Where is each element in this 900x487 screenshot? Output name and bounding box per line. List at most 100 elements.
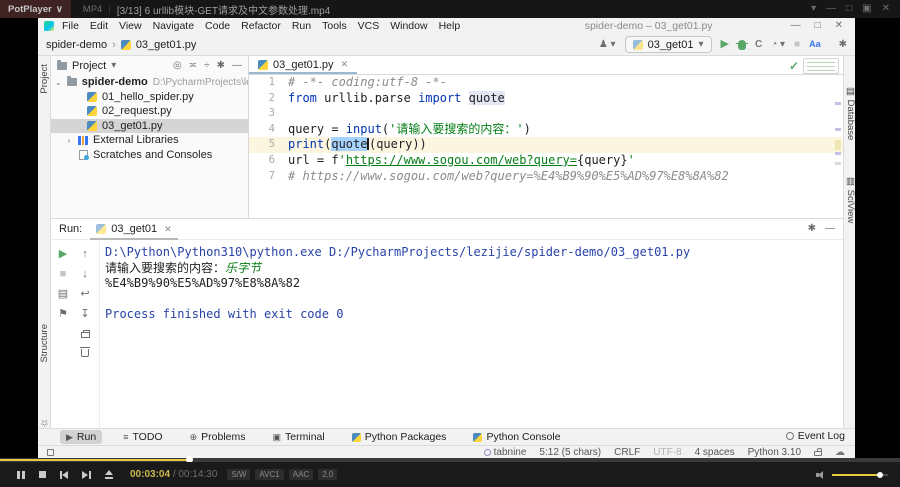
close-icon[interactable]: ✕ bbox=[341, 59, 349, 70]
breadcrumb-root[interactable]: spider-demo bbox=[46, 39, 107, 51]
stop-icon[interactable]: ■ bbox=[794, 40, 800, 50]
pause-button[interactable] bbox=[14, 469, 28, 481]
code-area[interactable]: 1# -*- coding:utf-8 -*-2from urllib.pars… bbox=[249, 75, 843, 218]
time-total: 00:14:30 bbox=[178, 469, 217, 480]
tree-root[interactable]: ⌄spider-demoD:\PycharmProjects\lezijie bbox=[51, 75, 248, 90]
python-interpreter[interactable]: Python 3.10 bbox=[748, 447, 801, 458]
expand-icon[interactable]: ≍ bbox=[189, 61, 197, 71]
maximize-icon[interactable]: □ bbox=[815, 21, 821, 31]
settings-gear-icon[interactable]: ✱ bbox=[839, 40, 847, 50]
line-separator[interactable]: CRLF bbox=[614, 447, 640, 458]
previous-button[interactable] bbox=[58, 469, 72, 481]
minimize-icon[interactable]: — bbox=[826, 4, 836, 14]
hide-panel-icon[interactable]: — bbox=[232, 61, 242, 71]
down-stacktrace-icon[interactable]: ↓ bbox=[82, 269, 88, 280]
tabnine-widget[interactable]: tabnine bbox=[484, 447, 527, 458]
tree-file-03_get01.py[interactable]: 03_get01.py bbox=[51, 119, 248, 134]
settings-gear-icon[interactable]: ✱ bbox=[808, 224, 816, 234]
toolwindow-tab-structure[interactable]: Structure bbox=[39, 324, 50, 363]
speaker-icon[interactable] bbox=[816, 470, 826, 480]
menu-file[interactable]: File bbox=[62, 20, 79, 32]
menu-help[interactable]: Help bbox=[439, 20, 461, 32]
soft-wrap-icon[interactable]: ↩ bbox=[80, 289, 89, 300]
menu-navigate[interactable]: Navigate bbox=[153, 20, 194, 32]
screen-mode-icon[interactable]: ▣ bbox=[862, 4, 871, 14]
run-config-selector[interactable]: 03_get01 ▾ bbox=[625, 36, 712, 53]
collapse-all-icon[interactable]: ÷ bbox=[204, 61, 210, 71]
menu-run[interactable]: Run bbox=[292, 20, 311, 32]
maximize-icon[interactable]: □ bbox=[846, 4, 852, 14]
minimize-icon[interactable]: — bbox=[791, 21, 801, 31]
menu-edit[interactable]: Edit bbox=[90, 20, 108, 32]
debug-bug-icon[interactable] bbox=[738, 40, 746, 50]
toolwindow-switcher-icon[interactable] bbox=[47, 449, 54, 456]
inspections-ok-icon[interactable]: ✓ bbox=[789, 59, 799, 73]
toolwindow-tab-python-packages[interactable]: Python Packages bbox=[346, 430, 453, 444]
tab-label: Run bbox=[77, 431, 96, 443]
toolwindow-tab-python-console[interactable]: Python Console bbox=[467, 430, 566, 444]
tree-file-02_request.py[interactable]: 02_request.py bbox=[51, 104, 248, 119]
run-coverage-icon[interactable]: C bbox=[755, 40, 762, 50]
code-with-me-icon[interactable]: Aa bbox=[809, 40, 821, 49]
chevron-down-icon[interactable]: ▾ bbox=[111, 61, 116, 71]
file-encoding[interactable]: UTF-8 bbox=[653, 447, 681, 458]
user-dropdown-icon[interactable]: ♟ ▾ bbox=[599, 40, 616, 50]
hide-panel-icon[interactable]: — bbox=[825, 224, 835, 234]
tab-label: Python Console bbox=[486, 431, 560, 443]
close-icon[interactable]: ✕ bbox=[882, 4, 890, 14]
menu-code[interactable]: Code bbox=[205, 20, 230, 32]
rerun-icon[interactable]: ▶ bbox=[59, 249, 67, 260]
clear-all-icon[interactable] bbox=[81, 349, 89, 357]
caret-position[interactable]: 5:12 (5 chars) bbox=[539, 447, 601, 458]
pin-icon[interactable]: ⚑ bbox=[58, 309, 68, 320]
profiler-icon[interactable]: ◔ ▾ bbox=[771, 40, 785, 50]
menu-view[interactable]: View bbox=[119, 20, 142, 32]
volume-slider[interactable] bbox=[832, 474, 888, 476]
settings-gear-icon[interactable]: ✱ bbox=[217, 61, 225, 71]
toolwindow-tab-problems[interactable]: ⊕Problems bbox=[184, 430, 252, 444]
next-button[interactable] bbox=[80, 469, 94, 481]
close-icon[interactable]: ✕ bbox=[835, 21, 843, 31]
player-app-menu[interactable]: PotPlayer ∨ bbox=[0, 0, 71, 18]
indent-style[interactable]: 4 spaces bbox=[695, 447, 735, 458]
tree-scratches[interactable]: Scratches and Consoles bbox=[51, 148, 248, 163]
player-app-label: PotPlayer bbox=[8, 4, 52, 15]
code-token: url = f bbox=[288, 153, 339, 167]
volume-handle[interactable] bbox=[877, 472, 883, 478]
breadcrumb-file[interactable]: 03_get01.py bbox=[136, 39, 197, 51]
menu-refactor[interactable]: Refactor bbox=[241, 20, 281, 32]
tree-external-libraries[interactable]: ›External Libraries bbox=[51, 133, 248, 148]
terminal-icon: ▣ bbox=[273, 432, 282, 443]
stop-button[interactable] bbox=[36, 469, 50, 481]
run-console-output[interactable]: D:\Python\Python310\python.exe D:/Pychar… bbox=[105, 245, 839, 428]
toolwindow-tab-project[interactable]: Project bbox=[39, 64, 50, 94]
scrollbar-mark bbox=[835, 102, 841, 105]
tree-file-01_hello_spider.py[interactable]: 01_hello_spider.py bbox=[51, 90, 248, 105]
editor-scrollbar[interactable] bbox=[834, 78, 842, 218]
open-file-button[interactable] bbox=[102, 469, 116, 481]
layout-icon[interactable]: ▤ bbox=[58, 289, 68, 300]
toolwindow-tab-todo[interactable]: ≡TODO bbox=[117, 430, 168, 444]
print-icon[interactable] bbox=[81, 332, 90, 338]
scroll-to-end-icon[interactable]: ↧ bbox=[80, 309, 89, 320]
stop-icon[interactable]: ■ bbox=[60, 269, 67, 280]
editor-tab[interactable]: 03_get01.py ✕ bbox=[249, 55, 357, 74]
menu-tools[interactable]: Tools bbox=[322, 20, 347, 32]
toolwindow-tab-sciview[interactable]: ▥ SciView bbox=[845, 176, 856, 223]
inspection-widget[interactable] bbox=[803, 58, 839, 74]
lock-icon[interactable] bbox=[814, 451, 822, 456]
run-tab[interactable]: 03_get01 ✕ bbox=[90, 219, 177, 240]
menu-window[interactable]: Window bbox=[390, 20, 427, 32]
event-log-button[interactable]: Event Log bbox=[786, 430, 845, 442]
up-stacktrace-icon[interactable]: ↑ bbox=[82, 249, 88, 260]
toolwindow-tab-terminal[interactable]: ▣Terminal bbox=[267, 430, 331, 444]
close-icon[interactable]: ✕ bbox=[164, 224, 172, 235]
toolwindow-tab-run[interactable]: ▶Run bbox=[60, 430, 102, 444]
run-play-icon[interactable]: ▶ bbox=[721, 39, 729, 50]
menu-vcs[interactable]: VCS bbox=[358, 20, 380, 32]
cloud-sync-icon[interactable]: ☁ bbox=[835, 447, 845, 458]
locate-file-icon[interactable]: ◎ bbox=[173, 61, 182, 71]
project-panel-title[interactable]: Project bbox=[72, 60, 106, 72]
toolwindow-tab-database[interactable]: ▤ Database bbox=[845, 86, 856, 140]
panel-toggle-icon[interactable]: ▾ bbox=[811, 4, 816, 14]
